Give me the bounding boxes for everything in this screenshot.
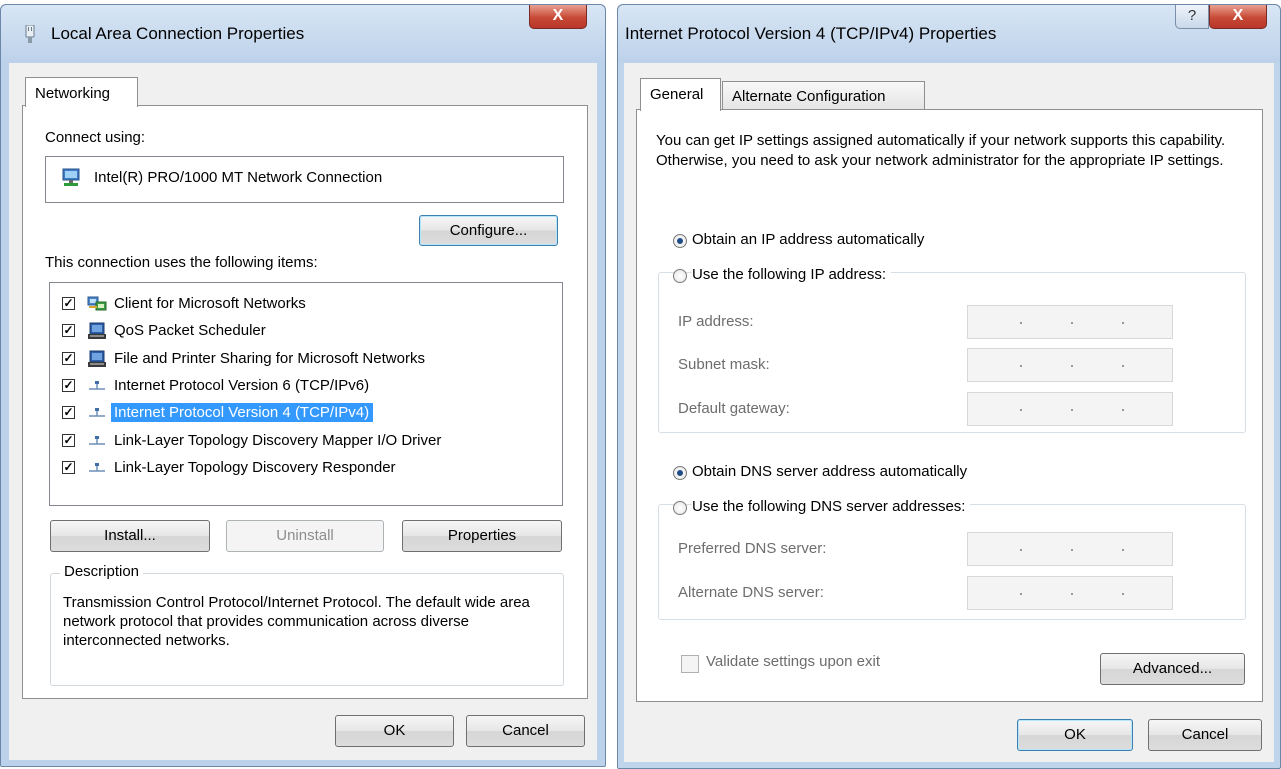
install-button[interactable]: Install...	[50, 520, 210, 552]
title-bar: Local Area Connection Properties X	[1, 5, 605, 63]
obtain-ip-auto-radio[interactable]	[673, 234, 687, 248]
service-icon	[87, 350, 107, 368]
items-label: This connection uses the following items…	[45, 254, 318, 271]
adapter-name: Intel(R) PRO/1000 MT Network Connection	[94, 169, 383, 186]
validate-label: Validate settings upon exit	[706, 653, 881, 670]
networking-panel: Connect using: Intel(R) PRO/1000 MT Netw…	[22, 105, 588, 699]
network-client-icon	[87, 295, 107, 313]
tab-networking[interactable]: Networking	[25, 77, 138, 107]
network-adapter-icon	[25, 25, 35, 43]
intro-text: You can get IP settings assigned automat…	[656, 132, 1226, 169]
item-label: Internet Protocol Version 6 (TCP/IPv6)	[114, 376, 370, 394]
advanced-button[interactable]: Advanced...	[1100, 653, 1245, 685]
protocol-icon	[87, 432, 107, 450]
item-checkbox[interactable]: ✓	[62, 324, 75, 338]
item-checkbox[interactable]: ✓	[62, 406, 75, 420]
subnet-mask-label: Subnet mask:	[678, 356, 770, 373]
close-button[interactable]: X	[529, 5, 587, 29]
item-label: Link-Layer Topology Discovery Mapper I/O…	[114, 431, 442, 449]
item-label: QoS Packet Scheduler	[114, 322, 266, 340]
use-following-dns-label[interactable]: Use the following DNS server addresses:	[692, 498, 971, 515]
item-checkbox[interactable]: ✓	[62, 460, 75, 474]
list-item[interactable]: ✓ Internet Protocol Version 4 (TCP/IPv4)	[50, 401, 550, 425]
validate-checkbox[interactable]	[681, 655, 699, 673]
preferred-dns-label: Preferred DNS server:	[678, 540, 827, 557]
default-gateway-label: Default gateway:	[678, 400, 790, 417]
dialog-title: Internet Protocol Version 4 (TCP/IPv4) P…	[625, 24, 997, 43]
item-label: Client for Microsoft Networks	[114, 295, 306, 312]
adapter-box: Intel(R) PRO/1000 MT Network Connection	[45, 156, 564, 203]
alternate-dns-field[interactable]	[967, 576, 1173, 610]
general-panel: You can get IP settings assigned automat…	[636, 109, 1263, 702]
item-label: Internet Protocol Version 4 (TCP/IPv4)	[111, 403, 374, 423]
list-item[interactable]: ✓ Link-Layer Topology Discovery Responder	[50, 456, 550, 480]
item-checkbox[interactable]: ✓	[62, 351, 75, 365]
tab-alternate-configuration[interactable]: Alternate Configuration	[722, 81, 925, 110]
properties-button[interactable]: Properties	[402, 520, 562, 552]
obtain-dns-auto-label[interactable]: Obtain DNS server address automatically	[692, 463, 967, 480]
ok-button[interactable]: OK	[335, 715, 454, 747]
network-adapter-icon	[62, 168, 80, 186]
list-item[interactable]: ✓ File and Printer Sharing for Microsoft …	[50, 347, 550, 371]
use-following-ip-label[interactable]: Use the following IP address:	[692, 266, 891, 283]
preferred-dns-field[interactable]	[967, 532, 1173, 566]
use-following-ip-radio[interactable]	[673, 269, 687, 283]
item-checkbox[interactable]: ✓	[62, 433, 75, 447]
use-following-dns-radio[interactable]	[673, 501, 687, 515]
items-list[interactable]: ✓ Client for Microsoft Networks ✓ QoS Packe…	[49, 282, 563, 506]
ip-address-label: IP address:	[678, 313, 754, 330]
item-label: File and Printer Sharing for Microsoft N…	[114, 349, 425, 367]
ipv4-properties-dialog: Internet Protocol Version 4 (TCP/IPv4) P…	[617, 4, 1281, 769]
title-bar: Internet Protocol Version 4 (TCP/IPv4) P…	[618, 5, 1280, 63]
ok-button[interactable]: OK	[1017, 719, 1133, 751]
ip-address-field[interactable]	[967, 305, 1173, 339]
cancel-button[interactable]: Cancel	[466, 715, 585, 747]
obtain-ip-auto-label[interactable]: Obtain an IP address automatically	[692, 231, 924, 248]
protocol-icon	[87, 459, 107, 477]
list-item[interactable]: ✓ Client for Microsoft Networks	[50, 292, 550, 316]
list-item[interactable]: ✓ QoS Packet Scheduler	[50, 319, 550, 343]
service-icon	[87, 322, 107, 340]
description-text: Transmission Control Protocol/Internet P…	[63, 594, 530, 649]
description-title: Description	[60, 563, 144, 580]
help-button[interactable]: ?	[1175, 5, 1209, 29]
protocol-icon	[87, 404, 107, 422]
dialog-title: Local Area Connection Properties	[51, 24, 305, 43]
item-checkbox[interactable]: ✓	[62, 297, 75, 310]
item-checkbox[interactable]: ✓	[62, 378, 75, 392]
list-item[interactable]: ✓ Internet Protocol Version 6 (TCP/IPv6)	[50, 374, 550, 398]
connect-using-label: Connect using:	[45, 129, 146, 146]
list-item[interactable]: ✓ Link-Layer Topology Discovery Mapper I/…	[50, 429, 550, 453]
tab-general[interactable]: General	[640, 78, 721, 111]
subnet-mask-field[interactable]	[967, 348, 1173, 382]
uninstall-button[interactable]: Uninstall	[226, 520, 384, 552]
item-label: Link-Layer Topology Discovery Responder	[114, 458, 396, 476]
default-gateway-field[interactable]	[967, 392, 1173, 426]
configure-button[interactable]: Configure...	[419, 215, 558, 246]
close-button[interactable]: X	[1209, 5, 1267, 29]
local-area-connection-properties-dialog: Local Area Connection Properties X Netwo…	[0, 4, 606, 767]
description-group: Description Transmission Control Protoco…	[50, 563, 564, 686]
cancel-button[interactable]: Cancel	[1148, 719, 1262, 751]
dialog-client-area: General Alternate Configuration You can …	[624, 63, 1274, 762]
dialog-client-area: Networking Connect using: Intel(R) PRO/1…	[9, 63, 597, 760]
protocol-icon	[87, 377, 107, 395]
obtain-dns-auto-radio[interactable]	[673, 466, 687, 480]
alternate-dns-label: Alternate DNS server:	[678, 584, 824, 601]
